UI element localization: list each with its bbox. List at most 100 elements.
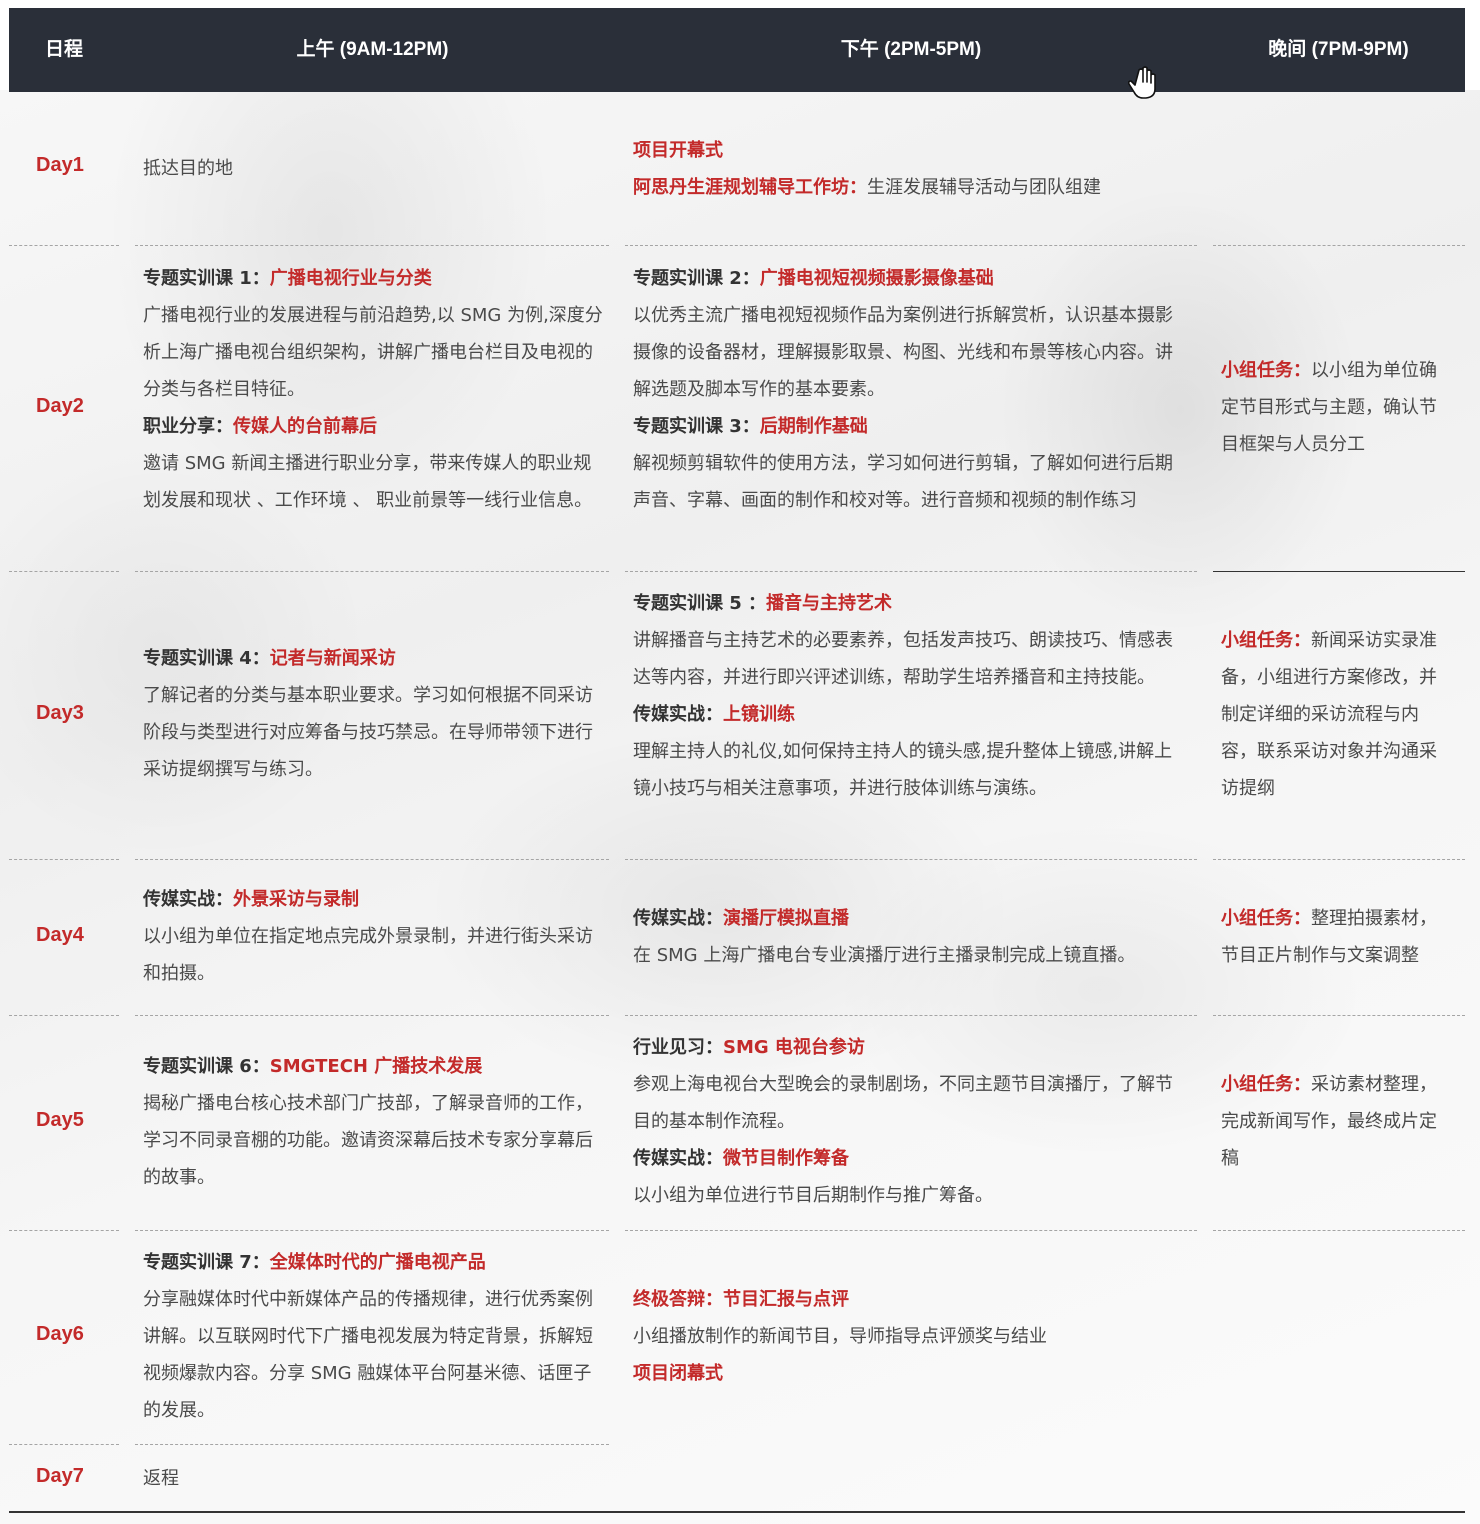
row-divider [1213, 245, 1465, 246]
day5-am-title: SMGTECH 广播技术发展 [269, 1056, 483, 1077]
row-divider [135, 1015, 609, 1016]
day6-label: Day6 [36, 1323, 84, 1345]
header-evening: 晚间 (7PM-9PM) [1268, 39, 1409, 60]
day4-am-title: 外景采访与录制 [233, 889, 359, 910]
day1-workshop-label: 阿思丹生涯规划辅导工作坊： [633, 177, 867, 198]
day7-morning-text: 返程 [143, 1468, 179, 1489]
day3-course4-title: 记者与新闻采访 [269, 648, 396, 669]
day2-evening: 小组任务：以小组为单位确定节目形式与主题，确认节目框架与人员分工 [1221, 352, 1453, 463]
day1-workshop-text: 生涯发展辅导活动与团队组建 [867, 177, 1101, 198]
day6-am-label: 专题实训课 7： [143, 1252, 270, 1273]
day5-visit-title: SMG 电视台参访 [723, 1037, 865, 1058]
day2-course2-label: 专题实训课 2： [633, 268, 760, 289]
row-divider [625, 1015, 1197, 1016]
day3-afternoon: 专题实训课 5 ：播音与主持艺术 讲解播音与主持艺术的必要素养，包括发声技巧、朗… [633, 585, 1185, 807]
day2-course2-title: 广播电视短视频摄影摄像基础 [759, 268, 994, 289]
day6-morning: 专题实训课 7：全媒体时代的广播电视产品 分享融媒体时代中新媒体产品的传播规律，… [143, 1244, 605, 1429]
day6-afternoon: 终极答辩：节目汇报与点评 小组播放制作的新闻节目，导师指导点评颁奖与结业 项目闭… [633, 1281, 1185, 1392]
row-divider [1213, 859, 1465, 860]
day5-afternoon: 行业见习：SMG 电视台参访 参观上海电视台大型晚会的录制剧场，不同主题节目演播… [633, 1029, 1185, 1214]
day2-share-text: 邀请 SMG 新闻主播进行职业分享，带来传媒人的职业规划发展和现状 、工作环境 … [143, 453, 593, 511]
day5-visit-text: 参观上海电视台大型晚会的录制剧场，不同主题节目演播厅，了解节目的基本制作流程。 [633, 1074, 1173, 1132]
day7-label: Day7 [36, 1465, 84, 1487]
day6-am-title: 全媒体时代的广播电视产品 [269, 1252, 486, 1273]
day2-course2-text: 以优秀主流广播电视短视频作品为案例进行拆解赏析，认识基本摄影摄像的设备器材，理解… [633, 305, 1173, 400]
day1-label: Day1 [36, 154, 84, 176]
day3-morning: 专题实训课 4：记者与新闻采访 了解记者的分类与基本职业要求。学习如何根据不同采… [143, 640, 605, 788]
day5-label: Day5 [36, 1109, 84, 1131]
hand-cursor-icon [1128, 66, 1156, 99]
day3-course5-text: 讲解播音与主持艺术的必要素养，包括发声技巧、朗读技巧、情感表达等内容，并进行即兴… [633, 630, 1173, 688]
row-divider [1213, 1015, 1465, 1016]
day3-practice-text: 理解主持人的礼仪,如何保持主持人的镜头感,提升整体上镜感,讲解上镜小技巧与相关注… [633, 741, 1173, 799]
day3-course5-label: 专题实训课 5 ： [633, 593, 767, 614]
day3-task-label: 小组任务： [1221, 630, 1311, 651]
row-divider [135, 1444, 609, 1445]
day5-task-label: 小组任务： [1221, 1074, 1311, 1095]
header-morning: 上午 (9AM-12PM) [296, 39, 449, 60]
day1-morning-text: 抵达目的地 [143, 158, 233, 179]
table-header: 日程 上午 (9AM-12PM) 下午 (2PM-5PM) 晚间 (7PM-9P… [9, 8, 1465, 92]
row-divider [1213, 571, 1465, 572]
day3-practice-title: 上镜训练 [723, 704, 795, 725]
day5-practice-title: 微节目制作筹备 [723, 1148, 849, 1169]
row-divider [625, 859, 1197, 860]
day3-task-text: 新闻采访实录准备，小组进行方案修改，并制定详细的采访流程与内容，联系采访对象并沟… [1221, 630, 1437, 799]
day1-morning: 抵达目的地 [143, 150, 605, 187]
row-divider [9, 245, 119, 246]
day4-am-label: 传媒实战： [143, 889, 233, 910]
header-afternoon: 下午 (2PM-5PM) [840, 39, 982, 60]
day2-course1-text: 广播电视行业的发展进程与前沿趋势,以 SMG 为例,深度分析上海广播电视台组织架… [143, 305, 603, 400]
day5-visit-label: 行业见习： [633, 1037, 723, 1058]
day2-share-label: 职业分享： [143, 416, 233, 437]
day4-pm-label: 传媒实战： [633, 908, 723, 929]
day1-opening: 项目开幕式 [633, 140, 723, 161]
row-divider [1213, 1230, 1465, 1231]
day5-am-label: 专题实训课 6： [143, 1056, 270, 1077]
day4-afternoon: 传媒实战：演播厅模拟直播 在 SMG 上海广播电台专业演播厅进行主播录制完成上镜… [633, 900, 1185, 974]
row-divider [625, 571, 1197, 572]
row-divider [9, 1015, 119, 1016]
day2-course3-label: 专题实训课 3： [633, 416, 760, 437]
day6-am-text: 分享融媒体时代中新媒体产品的传播规律，进行优秀案例讲解。以互联网时代下广播电视发… [143, 1289, 593, 1421]
day4-pm-title: 演播厅模拟直播 [723, 908, 849, 929]
day4-am-text: 以小组为单位在指定地点完成外景录制，并进行街头采访和拍摄。 [143, 926, 593, 984]
day4-label: Day4 [36, 924, 84, 946]
day7-morning: 返程 [143, 1460, 605, 1497]
row-divider [9, 571, 119, 572]
day3-label: Day3 [36, 702, 84, 724]
day2-course3-title: 后期制作基础 [759, 416, 868, 437]
day4-task-label: 小组任务： [1221, 908, 1311, 929]
row-divider [135, 1230, 609, 1231]
row-divider [135, 571, 609, 572]
row-divider [625, 1230, 1197, 1231]
day2-course1-label: 专题实训课 1： [143, 268, 270, 289]
row-divider [9, 1230, 119, 1231]
day3-course4-label: 专题实训课 4： [143, 648, 270, 669]
day2-afternoon: 专题实训课 2：广播电视短视频摄影摄像基础 以优秀主流广播电视短视频作品为案例进… [633, 260, 1185, 519]
row-divider [625, 245, 1197, 246]
day6-pm-text: 小组播放制作的新闻节目，导师指导点评颁奖与结业 [633, 1326, 1047, 1347]
day2-course3-text: 解视频剪辑软件的使用方法，学习如何进行剪辑，了解如何进行后期声音、字幕、画面的制… [633, 453, 1173, 511]
day2-task-label: 小组任务： [1221, 360, 1311, 381]
day6-final: 终极答辩：节目汇报与点评 [633, 1289, 849, 1310]
day3-course4-text: 了解记者的分类与基本职业要求。学习如何根据不同采访阶段与类型进行对应筹备与技巧禁… [143, 685, 593, 780]
day4-morning: 传媒实战：外景采访与录制 以小组为单位在指定地点完成外景录制，并进行街头采访和拍… [143, 881, 605, 992]
day5-am-text: 揭秘广播电台核心技术部门广技部，了解录音师的工作，学习不同录音棚的功能。邀请资深… [143, 1093, 593, 1188]
row-divider [135, 859, 609, 860]
day4-evening: 小组任务：整理拍摄素材，节目正片制作与文案调整 [1221, 900, 1453, 974]
day3-evening: 小组任务：新闻采访实录准备，小组进行方案修改，并制定详细的采访流程与内容，联系采… [1221, 622, 1453, 807]
day3-practice-label: 传媒实战： [633, 704, 723, 725]
row-divider [9, 859, 119, 860]
day4-pm-text: 在 SMG 上海广播电台专业演播厅进行主播录制完成上镜直播。 [633, 945, 1136, 966]
day2-label: Day2 [36, 395, 84, 417]
table-bottom-rule [9, 1511, 1465, 1513]
day6-closing: 项目闭幕式 [633, 1363, 723, 1384]
day2-share-title: 传媒人的台前幕后 [233, 416, 377, 437]
day5-practice-label: 传媒实战： [633, 1148, 723, 1169]
row-divider [9, 1444, 119, 1445]
day2-morning: 专题实训课 1：广播电视行业与分类 广播电视行业的发展进程与前沿趋势,以 SMG… [143, 260, 605, 519]
row-divider [135, 245, 609, 246]
day3-course5-title: 播音与主持艺术 [766, 593, 893, 614]
day1-afternoon: 项目开幕式 阿思丹生涯规划辅导工作坊：生涯发展辅导活动与团队组建 [633, 132, 1185, 206]
